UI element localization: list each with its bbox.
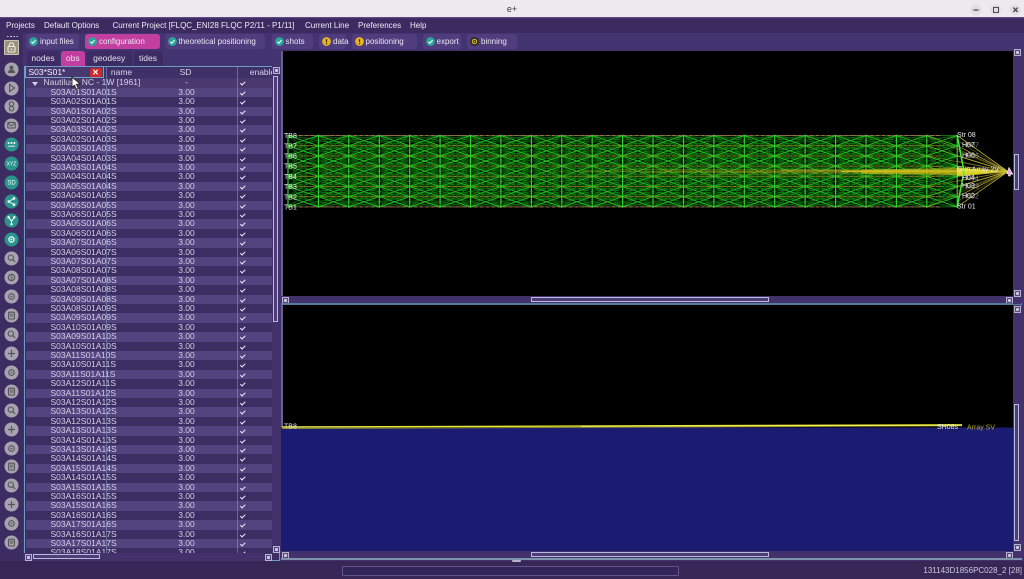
svg-text:TB8: TB8 xyxy=(284,133,297,140)
svg-text:Str 08: Str 08 xyxy=(957,132,976,139)
svg-text:XYZ: XYZ xyxy=(6,162,16,168)
svg-text:TB4: TB4 xyxy=(284,174,297,181)
svg-text:H03: H03 xyxy=(966,184,979,191)
svg-text:Str 01: Str 01 xyxy=(957,203,976,210)
svg-text:TB8: TB8 xyxy=(284,424,297,431)
svg-text:H07: H07 xyxy=(966,143,979,150)
svg-text:H02: H02 xyxy=(966,194,979,201)
svg-text:Array SV: Array SV xyxy=(967,425,995,432)
svg-text:TB7: TB7 xyxy=(284,143,297,150)
svg-text:SH08s: SH08s xyxy=(937,424,959,431)
svg-text:Gun Array 2V: Gun Array 2V xyxy=(957,167,999,174)
svg-text:$: $ xyxy=(9,275,12,281)
svg-text:TB2: TB2 xyxy=(284,194,297,201)
svg-text:SD: SD xyxy=(7,181,16,187)
svg-text:TB6: TB6 xyxy=(284,154,297,161)
svg-text:TB1: TB1 xyxy=(284,205,297,212)
svg-text:H06: H06 xyxy=(966,153,979,160)
svg-text:TB5: TB5 xyxy=(284,164,297,171)
svg-text:TB3: TB3 xyxy=(284,184,297,191)
svg-text:H04: H04 xyxy=(966,175,979,182)
